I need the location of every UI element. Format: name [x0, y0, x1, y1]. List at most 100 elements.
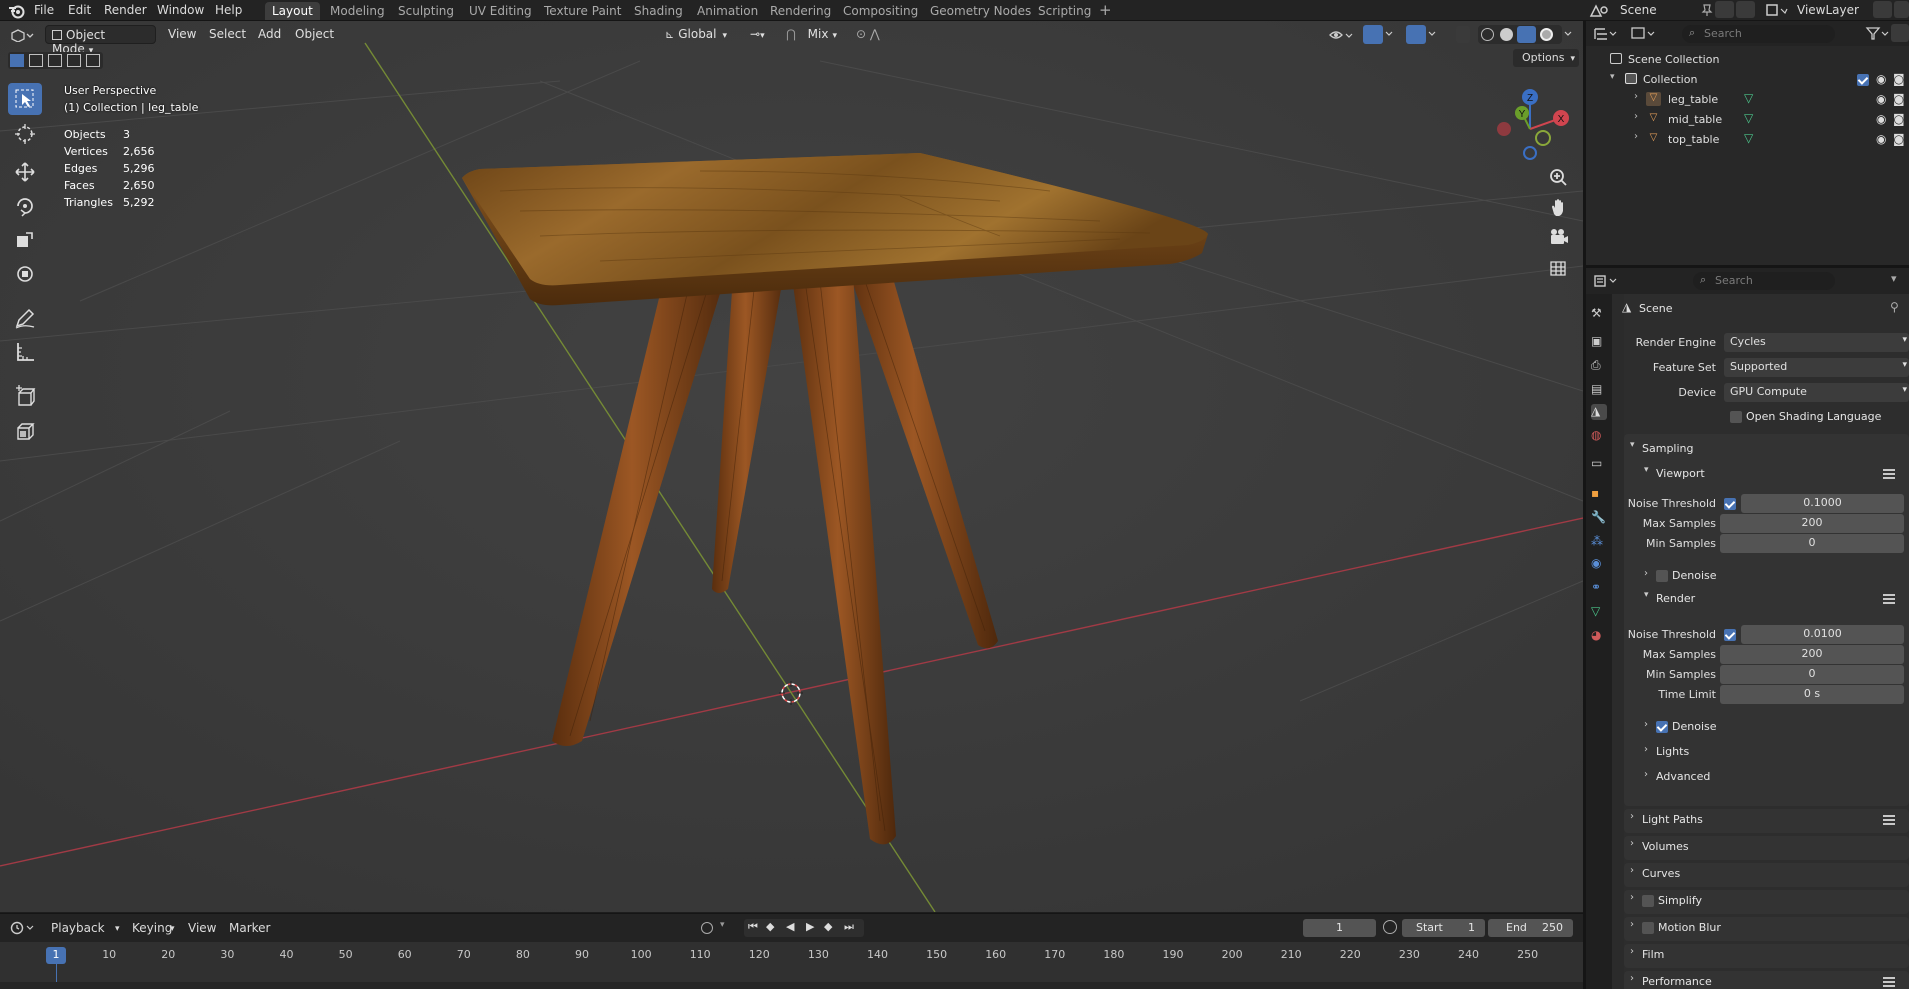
wireframe-shading-icon[interactable] — [1481, 28, 1494, 41]
rotate-tool[interactable] — [8, 190, 42, 222]
time-limit-field[interactable]: 0 s — [1720, 685, 1904, 704]
annotate-tool[interactable] — [8, 302, 42, 334]
select-box-tool[interactable] — [8, 83, 42, 115]
simplify-checkbox[interactable] — [1642, 895, 1654, 907]
select-extend-icon[interactable] — [29, 54, 43, 67]
measure-tool[interactable] — [8, 336, 42, 368]
tab-compositing[interactable]: Compositing — [836, 2, 925, 20]
delete-scene-button[interactable] — [1736, 1, 1755, 18]
render-subpanel-header[interactable]: Render — [1656, 592, 1695, 605]
chevron-right-icon[interactable]: › — [1630, 838, 1634, 849]
gizmo-toggle-button[interactable] — [1363, 25, 1383, 44]
menu-edit[interactable]: Edit — [68, 3, 91, 17]
chevron-down-icon[interactable]: ▾ — [1891, 272, 1897, 285]
menu-render[interactable]: Render — [104, 3, 147, 17]
properties-editor-icon[interactable] — [1593, 274, 1617, 288]
camera-render-icon[interactable]: ◙ — [1893, 132, 1905, 146]
view-layer-tab-icon[interactable]: ▤ — [1591, 382, 1607, 398]
render-noise-threshold-field[interactable]: 0.0100 — [1741, 625, 1904, 644]
navigation-gizmo[interactable]: Z X Y — [1490, 83, 1570, 165]
scale-tool[interactable] — [8, 224, 42, 256]
chevron-down-icon[interactable]: ▾ — [115, 924, 120, 934]
presets-list-icon[interactable] — [1883, 594, 1895, 604]
jump-end-icon[interactable]: ⏭ — [844, 920, 854, 934]
chevron-down-icon[interactable]: ▾ — [1644, 465, 1649, 475]
transform-orientation-dropdown[interactable]: ⊾ Global ▾ — [659, 25, 738, 44]
tab-layout[interactable]: Layout — [265, 2, 320, 20]
constraints-tab-icon[interactable]: ⚭ — [1591, 580, 1607, 596]
stopwatch-icon[interactable] — [1383, 920, 1397, 934]
chevron-down-icon[interactable] — [1384, 29, 1394, 39]
chevron-right-icon[interactable]: › — [1630, 946, 1634, 957]
start-frame-field[interactable]: Start 1 — [1402, 919, 1485, 937]
menu-select[interactable]: Select — [209, 27, 246, 41]
material-tab-icon[interactable]: ◕ — [1591, 628, 1607, 644]
particles-tab-icon[interactable]: ⁂ — [1591, 534, 1607, 550]
chevron-right-icon[interactable]: › — [1634, 91, 1638, 102]
presets-list-icon[interactable] — [1883, 977, 1895, 987]
chevron-right-icon[interactable]: › — [1630, 892, 1634, 903]
render-noise-threshold-checkbox[interactable] — [1724, 629, 1736, 641]
tab-uv-editing[interactable]: UV Editing — [462, 2, 539, 20]
render-tab-icon[interactable]: ▣ — [1591, 334, 1607, 350]
output-tab-icon[interactable]: ⎙ — [1591, 358, 1607, 374]
cursor-tool[interactable] — [8, 118, 42, 150]
eye-icon[interactable]: ◉ — [1876, 72, 1886, 86]
overlays-toggle-button[interactable] — [1406, 25, 1426, 44]
volumes-header[interactable]: Volumes — [1642, 840, 1689, 853]
curves-header[interactable]: Curves — [1642, 867, 1680, 880]
3d-viewport[interactable]: Object Mode ▾ View Select Add Object ⊾ Glo… — [0, 21, 1583, 912]
tab-modeling[interactable]: Modeling — [323, 2, 392, 20]
pan-hand-icon[interactable] — [1545, 194, 1573, 222]
menu-marker[interactable]: Marker — [229, 921, 270, 935]
orthographic-grid-icon[interactable] — [1545, 254, 1573, 282]
outliner-object-row[interactable]: › ▽ mid_table ▽ ◉ ◙ — [1586, 110, 1909, 130]
menu-window[interactable]: Window — [157, 3, 204, 17]
chevron-down-icon[interactable]: ▾ — [720, 920, 725, 930]
gizmo-neg-y-handle[interactable] — [1535, 130, 1551, 146]
xray-toggle-button[interactable] — [1456, 26, 1470, 43]
menu-help[interactable]: Help — [215, 3, 242, 17]
advanced-subpanel-header[interactable]: Advanced — [1656, 770, 1710, 783]
rendered-shading-icon[interactable] — [1540, 28, 1553, 41]
motion-blur-checkbox[interactable] — [1642, 922, 1654, 934]
viewport-subpanel-header[interactable]: Viewport — [1656, 467, 1705, 480]
scene-selector[interactable]: Scene — [1620, 3, 1657, 17]
timeline-scrollbar[interactable] — [0, 982, 1583, 989]
tab-geometry-nodes[interactable]: Geometry Nodes — [923, 2, 1038, 20]
chevron-down-icon[interactable] — [1563, 29, 1573, 39]
menu-object[interactable]: Object — [295, 27, 334, 41]
zoom-icon[interactable] — [1545, 164, 1573, 192]
render-denoise-label[interactable]: Denoise — [1672, 720, 1717, 733]
tab-texture-paint[interactable]: Texture Paint — [537, 2, 628, 20]
tab-rendering[interactable]: Rendering — [763, 2, 838, 20]
mesh-data-icon[interactable]: ▽ — [1744, 131, 1753, 145]
gizmo-neg-x-handle[interactable] — [1497, 122, 1511, 136]
extrude-tool[interactable] — [8, 414, 42, 446]
menu-view[interactable]: View — [168, 27, 196, 41]
new-collection-button[interactable] — [1891, 24, 1909, 42]
viewport-noise-threshold-field[interactable]: 0.1000 — [1741, 494, 1904, 513]
tool-tab-icon[interactable]: ⚒ — [1591, 306, 1607, 322]
pin-icon[interactable]: ⚲ — [1890, 300, 1899, 314]
properties-search-input[interactable]: ⌕ Search — [1693, 272, 1835, 290]
solid-shading-icon[interactable] — [1500, 28, 1513, 41]
camera-render-icon[interactable]: ◙ — [1893, 72, 1905, 86]
add-workspace-icon[interactable]: + — [1099, 1, 1112, 19]
chevron-right-icon[interactable]: › — [1634, 131, 1638, 142]
delete-view-layer-button[interactable] — [1894, 1, 1909, 18]
eye-icon[interactable]: ◉ — [1876, 132, 1886, 146]
sampling-header[interactable]: Sampling — [1642, 442, 1694, 455]
menu-keying[interactable]: Keying — [132, 921, 172, 935]
feature-set-dropdown[interactable]: Supported ▾ — [1724, 358, 1909, 377]
playhead-frame-indicator[interactable]: 1 — [46, 947, 66, 964]
proportional-editing-toggle[interactable]: ⊙ ⋀ — [850, 25, 894, 44]
render-engine-dropdown[interactable]: Cycles ▾ — [1724, 333, 1909, 352]
display-mode-icon[interactable] — [1630, 26, 1656, 41]
view-layer-selector[interactable]: ViewLayer — [1797, 3, 1859, 17]
visibility-dropdown-icon[interactable] — [1328, 27, 1354, 43]
camera-view-icon[interactable] — [1545, 224, 1573, 252]
move-tool[interactable] — [8, 156, 42, 188]
outliner-search-input[interactable]: ⌕ Search — [1682, 25, 1835, 43]
viewport-min-samples-field[interactable]: 0 — [1720, 534, 1904, 553]
